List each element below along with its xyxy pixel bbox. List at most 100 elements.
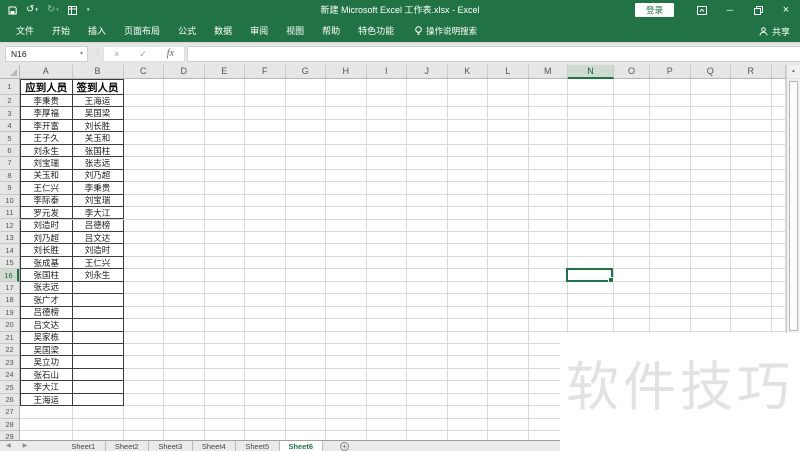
- close-button[interactable]: ×: [772, 0, 800, 20]
- table-row-17-col-a[interactable]: 张志远: [20, 281, 73, 295]
- sheet-tab-sheet2[interactable]: Sheet2: [106, 441, 149, 451]
- table-row-14-col-b[interactable]: 刘造时: [72, 244, 124, 257]
- table-row-11-col-a[interactable]: 罗元发: [20, 207, 73, 220]
- table-row-16-col-b[interactable]: 刘永生: [72, 269, 124, 282]
- row-header-10[interactable]: 10: [0, 195, 19, 208]
- table-row-15-col-b[interactable]: 王仁兴: [72, 256, 124, 270]
- sheet-tab-sheet5[interactable]: Sheet5: [236, 441, 280, 451]
- table-row-25-col-b[interactable]: [72, 381, 124, 394]
- table-row-21-col-b[interactable]: [72, 331, 124, 344]
- ribbon-tab-10[interactable]: 特色功能: [349, 20, 403, 42]
- table-row-9-col-b[interactable]: 李秉贵: [72, 182, 124, 195]
- active-cell-selection[interactable]: [566, 267, 614, 283]
- table-row-7-col-b[interactable]: 张志远: [72, 157, 124, 170]
- table-row-19-col-a[interactable]: 吕德榜: [20, 306, 73, 320]
- column-header-A[interactable]: A: [20, 65, 73, 78]
- save-button[interactable]: [8, 6, 17, 15]
- insert-function-icon[interactable]: fx: [167, 49, 174, 59]
- table-row-2-col-b[interactable]: 王海运: [72, 95, 124, 108]
- name-box-caret-icon[interactable]: ▾: [80, 47, 83, 61]
- ribbon-tab-7[interactable]: 审阅: [241, 20, 277, 42]
- table-row-12-col-a[interactable]: 刘造时: [20, 219, 73, 232]
- table-row-4-col-b[interactable]: 刘长胜: [72, 119, 124, 133]
- column-header-H[interactable]: H: [326, 65, 367, 78]
- table-row-22-col-b[interactable]: [72, 344, 124, 357]
- table-row-24-col-a[interactable]: 张石山: [20, 368, 73, 382]
- maximize-button[interactable]: [744, 0, 772, 20]
- row-header-23[interactable]: 23: [0, 356, 19, 369]
- table-row-3-col-b[interactable]: 吴国梁: [72, 107, 124, 120]
- row-header-24[interactable]: 24: [0, 369, 19, 382]
- sheet-tab-sheet6[interactable]: Sheet6: [279, 441, 323, 451]
- row-header-28[interactable]: 28: [0, 419, 19, 432]
- fill-handle[interactable]: [608, 277, 614, 283]
- row-header-21[interactable]: 21: [0, 332, 19, 344]
- table-row-7-col-a[interactable]: 刘宝瑞: [20, 157, 73, 170]
- table-row-10-col-a[interactable]: 李际泰: [20, 194, 73, 208]
- table-row-25-col-a[interactable]: 李大江: [20, 381, 73, 394]
- table-row-15-col-a[interactable]: 张成基: [20, 256, 73, 270]
- row-header-13[interactable]: 13: [0, 232, 19, 245]
- row-header-8[interactable]: 8: [0, 170, 19, 183]
- column-header-F[interactable]: F: [245, 65, 286, 78]
- table-row-3-col-a[interactable]: 李厚福: [20, 107, 73, 120]
- column-header-G[interactable]: G: [286, 65, 326, 78]
- column-header-M[interactable]: M: [529, 65, 568, 78]
- sign-in-button[interactable]: 登录: [634, 3, 674, 17]
- column-header-R[interactable]: R: [731, 65, 772, 78]
- row-header-2[interactable]: 2: [0, 95, 19, 108]
- table-row-18-col-a[interactable]: 张广才: [20, 294, 73, 307]
- share-button[interactable]: 共享: [759, 20, 790, 42]
- ribbon-tab-2[interactable]: 开始: [43, 20, 79, 42]
- next-sheet-icon[interactable]: ▶: [23, 441, 28, 451]
- row-header-9[interactable]: 9: [0, 182, 19, 195]
- table-row-13-col-b[interactable]: 吕文达: [72, 231, 124, 245]
- table-header-col-b[interactable]: 签到人员: [72, 79, 124, 95]
- name-box[interactable]: N16 ▾: [5, 46, 88, 62]
- table-row-14-col-a[interactable]: 刘长胜: [20, 244, 73, 257]
- cancel-entry-icon[interactable]: ×: [114, 49, 119, 59]
- tell-me-search[interactable]: 操作说明搜索: [415, 25, 477, 37]
- new-sheet-button[interactable]: +: [340, 442, 349, 451]
- table-row-20-col-b[interactable]: [72, 319, 124, 332]
- table-row-26-col-a[interactable]: 王海运: [20, 393, 73, 407]
- row-header-19[interactable]: 19: [0, 307, 19, 320]
- table-row-5-col-a[interactable]: 王子久: [20, 132, 73, 145]
- row-header-26[interactable]: 26: [0, 394, 19, 407]
- ribbon-tab-9[interactable]: 帮助: [313, 20, 349, 42]
- table-row-20-col-a[interactable]: 吕文达: [20, 319, 73, 332]
- table-header-col-a[interactable]: 应到人员: [20, 79, 73, 95]
- table-row-24-col-b[interactable]: [72, 368, 124, 382]
- table-row-9-col-a[interactable]: 王仁兴: [20, 182, 73, 195]
- column-header-I[interactable]: I: [367, 65, 407, 78]
- table-row-18-col-b[interactable]: [72, 294, 124, 307]
- ribbon-tab-4[interactable]: 页面布局: [115, 20, 169, 42]
- table-row-21-col-a[interactable]: 吴家栋: [20, 331, 73, 344]
- sheet-tab-sheet1[interactable]: Sheet1: [62, 441, 106, 451]
- scroll-up-icon[interactable]: ▲: [787, 65, 800, 79]
- row-header-29[interactable]: 29: [0, 431, 19, 440]
- sheet-tab-sheet4[interactable]: Sheet4: [193, 441, 236, 451]
- table-row-23-col-a[interactable]: 吴立功: [20, 356, 73, 369]
- workbook-mode-button[interactable]: [67, 5, 77, 15]
- table-row-12-col-b[interactable]: 吕德榜: [72, 219, 124, 232]
- table-row-23-col-b[interactable]: [72, 356, 124, 369]
- table-row-17-col-b[interactable]: [72, 281, 124, 295]
- row-header-12[interactable]: 12: [0, 220, 19, 232]
- column-header-N[interactable]: N: [568, 65, 614, 79]
- column-header-L[interactable]: L: [488, 65, 529, 78]
- ribbon-tab-1[interactable]: 文件: [7, 20, 43, 42]
- row-header-11[interactable]: 11: [0, 207, 19, 220]
- column-header-E[interactable]: E: [205, 65, 245, 78]
- row-header-3[interactable]: 3: [0, 107, 19, 120]
- table-row-4-col-a[interactable]: 李开富: [20, 119, 73, 133]
- table-row-6-col-a[interactable]: 刘永生: [20, 144, 73, 158]
- table-row-19-col-b[interactable]: [72, 306, 124, 320]
- ribbon-tab-3[interactable]: 插入: [79, 20, 115, 42]
- table-row-22-col-a[interactable]: 吴国梁: [20, 344, 73, 357]
- row-header-20[interactable]: 20: [0, 319, 19, 332]
- previous-sheet-icon[interactable]: ◀: [6, 441, 11, 451]
- redo-button[interactable]: ↻ ▾: [47, 5, 59, 15]
- table-row-16-col-a[interactable]: 张国柱: [20, 269, 73, 282]
- formula-input[interactable]: [187, 46, 800, 62]
